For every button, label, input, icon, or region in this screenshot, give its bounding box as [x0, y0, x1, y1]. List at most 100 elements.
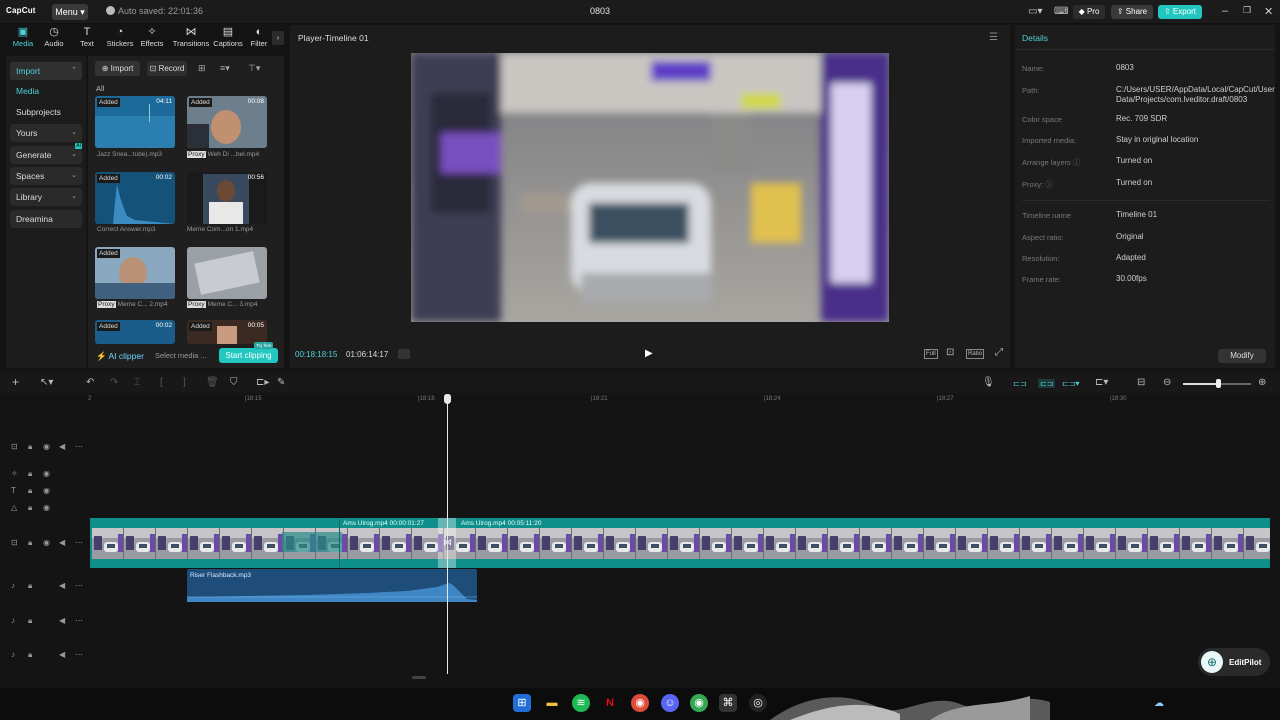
lock-icon[interactable]: 🔒︎: [28, 538, 32, 548]
snapshot-icon[interactable]: ⊡: [946, 347, 954, 358]
eye-icon[interactable]: ◉: [43, 538, 50, 547]
windows-start-icon[interactable]: ⊞: [513, 694, 531, 712]
speaker-icon[interactable]: ◀︎: [59, 650, 65, 659]
media-thumbnail[interactable]: Added 00:02: [95, 172, 175, 224]
sidebar-item-library[interactable]: Library ⌄: [10, 188, 82, 206]
info-icon[interactable]: ⓘ: [1073, 158, 1081, 167]
playhead[interactable]: [447, 394, 448, 674]
tab-text[interactable]: T Text: [70, 27, 104, 49]
tab-filter[interactable]: ◐ Filter: [246, 27, 272, 48]
sidebar-item-spaces[interactable]: Spaces ⌄: [10, 167, 82, 185]
info-icon[interactable]: ⓘ: [1045, 180, 1053, 189]
media-thumbnail[interactable]: Added 00:02: [95, 320, 175, 344]
tab-captions[interactable]: ▤ Captions: [211, 27, 245, 49]
start-clipping-button[interactable]: Start clipping: [219, 348, 278, 363]
lock-icon[interactable]: 🔒︎: [28, 469, 32, 479]
media-thumbnail[interactable]: [187, 247, 267, 299]
caption-icon[interactable]: ⊟: [1137, 377, 1145, 388]
export-button[interactable]: ⇧ Export: [1158, 5, 1202, 19]
close-icon[interactable]: ✕: [1264, 5, 1273, 18]
record-button[interactable]: ⊡ Record: [147, 61, 187, 76]
audio-clip[interactable]: Riser Flashback.mp3: [187, 569, 477, 602]
menu-button[interactable]: Menu ▾: [52, 4, 88, 20]
ratio-button[interactable]: Ratio: [966, 349, 985, 359]
media-thumbnail[interactable]: Added 04:11: [95, 96, 175, 148]
eye-icon[interactable]: ◉: [43, 469, 50, 478]
lock-icon[interactable]: 🔒︎: [28, 616, 32, 626]
eye-icon[interactable]: ◉: [43, 486, 50, 495]
import-button[interactable]: ⊕ Import: [95, 61, 140, 76]
eye-icon[interactable]: ◉: [43, 442, 50, 451]
trim-left-icon[interactable]: [: [160, 377, 163, 388]
timeline-scrollbar[interactable]: [412, 676, 426, 679]
more-icon[interactable]: ⋯: [75, 442, 83, 451]
tab-transitions[interactable]: ⋈ Transitions: [172, 27, 210, 49]
media-thumbnail[interactable]: Added 00:08: [187, 96, 267, 148]
capcut-icon[interactable]: ⌘: [719, 694, 737, 712]
pro-button[interactable]: ◆ Pro: [1073, 5, 1105, 19]
file-explorer-icon[interactable]: ▬: [543, 694, 561, 712]
speaker-icon[interactable]: ◀︎: [59, 538, 65, 547]
zoom-slider-handle[interactable]: [1216, 379, 1221, 388]
crop-icon[interactable]: ⊏▸: [256, 377, 269, 388]
timecode-toggle-icon[interactable]: [398, 349, 410, 359]
video-preview[interactable]: [411, 53, 889, 322]
playhead-handle[interactable]: [444, 394, 451, 404]
more-icon[interactable]: ⋯: [75, 616, 83, 625]
netflix-icon[interactable]: N: [601, 694, 619, 712]
speaker-icon[interactable]: ◀︎: [59, 581, 65, 590]
lock-icon[interactable]: 🔒︎: [28, 503, 32, 513]
select-tool-icon[interactable]: ↖▾: [40, 377, 53, 388]
select-media-dropdown[interactable]: Select media ...: [155, 351, 207, 360]
speaker-icon[interactable]: ◀︎: [59, 616, 65, 625]
eye-icon[interactable]: ◉: [43, 503, 50, 512]
sidebar-item-yours[interactable]: Yours ⌄: [10, 124, 82, 142]
discord-icon[interactable]: ☺: [661, 694, 679, 712]
tabs-scroll-right-icon[interactable]: ›: [272, 31, 284, 45]
lock-icon[interactable]: 🔒︎: [28, 581, 32, 591]
delete-icon[interactable]: 🗑: [206, 377, 219, 388]
draw-icon[interactable]: ✎: [277, 377, 285, 388]
sidebar-item-dreamina[interactable]: Dreamina: [10, 210, 82, 228]
play-icon[interactable]: ▶: [645, 348, 653, 359]
chrome-icon[interactable]: ◉: [631, 694, 649, 712]
grid-view-icon[interactable]: ⊞: [198, 63, 206, 74]
editpilot-button[interactable]: ⊕ EditPilot: [1198, 648, 1270, 676]
app-icon[interactable]: ◎: [749, 694, 767, 712]
split-icon[interactable]: ⌶: [134, 377, 140, 388]
tab-media[interactable]: ▣ Media: [6, 27, 40, 49]
undo-icon[interactable]: ↶: [86, 377, 94, 388]
more-icon[interactable]: ⋯: [75, 650, 83, 659]
lock-icon[interactable]: 🔒︎: [28, 650, 32, 660]
sidebar-item-generate[interactable]: Generate ⌄ AI: [10, 143, 82, 164]
redo-icon[interactable]: ↷: [110, 377, 118, 388]
modify-button[interactable]: Modify: [1218, 349, 1266, 363]
layout-icon[interactable]: ▭▾: [1028, 6, 1042, 17]
magnet-main-icon[interactable]: ⊏⊐: [1013, 379, 1026, 388]
chrome-profile-icon[interactable]: ◉: [690, 694, 708, 712]
more-icon[interactable]: ⋯: [75, 538, 83, 547]
snap-icon[interactable]: ⊏▾: [1095, 377, 1108, 388]
sidebar-item-import[interactable]: Import ⌃: [10, 62, 82, 80]
lock-icon[interactable]: 🔒︎: [28, 486, 32, 496]
tray-icon[interactable]: ☁: [1154, 698, 1164, 709]
fullscreen-icon[interactable]: ⤢: [995, 347, 1003, 358]
minimize-icon[interactable]: –: [1222, 5, 1228, 17]
media-thumbnail[interactable]: Added: [95, 247, 175, 299]
share-button[interactable]: ⇪ Share: [1111, 5, 1153, 19]
maximize-icon[interactable]: ❐: [1243, 5, 1251, 16]
preview-axis-icon[interactable]: ⊏⊐▾: [1062, 379, 1079, 388]
full-quality-button[interactable]: Full: [924, 349, 938, 359]
more-icon[interactable]: ⋯: [75, 581, 83, 590]
lock-icon[interactable]: 🔒︎: [28, 442, 32, 452]
add-track-icon[interactable]: +: [12, 375, 19, 389]
sort-icon[interactable]: ≡▾: [220, 63, 230, 74]
sidebar-item-media[interactable]: Media: [10, 82, 82, 100]
tab-effects[interactable]: ✧ Effects: [135, 27, 169, 49]
sidebar-item-subprojects[interactable]: Subprojects: [10, 103, 82, 121]
linkage-icon[interactable]: ⊏⊐: [1038, 379, 1056, 388]
timeline-ruler[interactable]: [90, 394, 1280, 408]
zoom-out-icon[interactable]: ⊖: [1163, 377, 1171, 388]
media-thumbnail[interactable]: 00:56: [187, 172, 267, 224]
zoom-in-icon[interactable]: ⊕: [1258, 377, 1266, 388]
